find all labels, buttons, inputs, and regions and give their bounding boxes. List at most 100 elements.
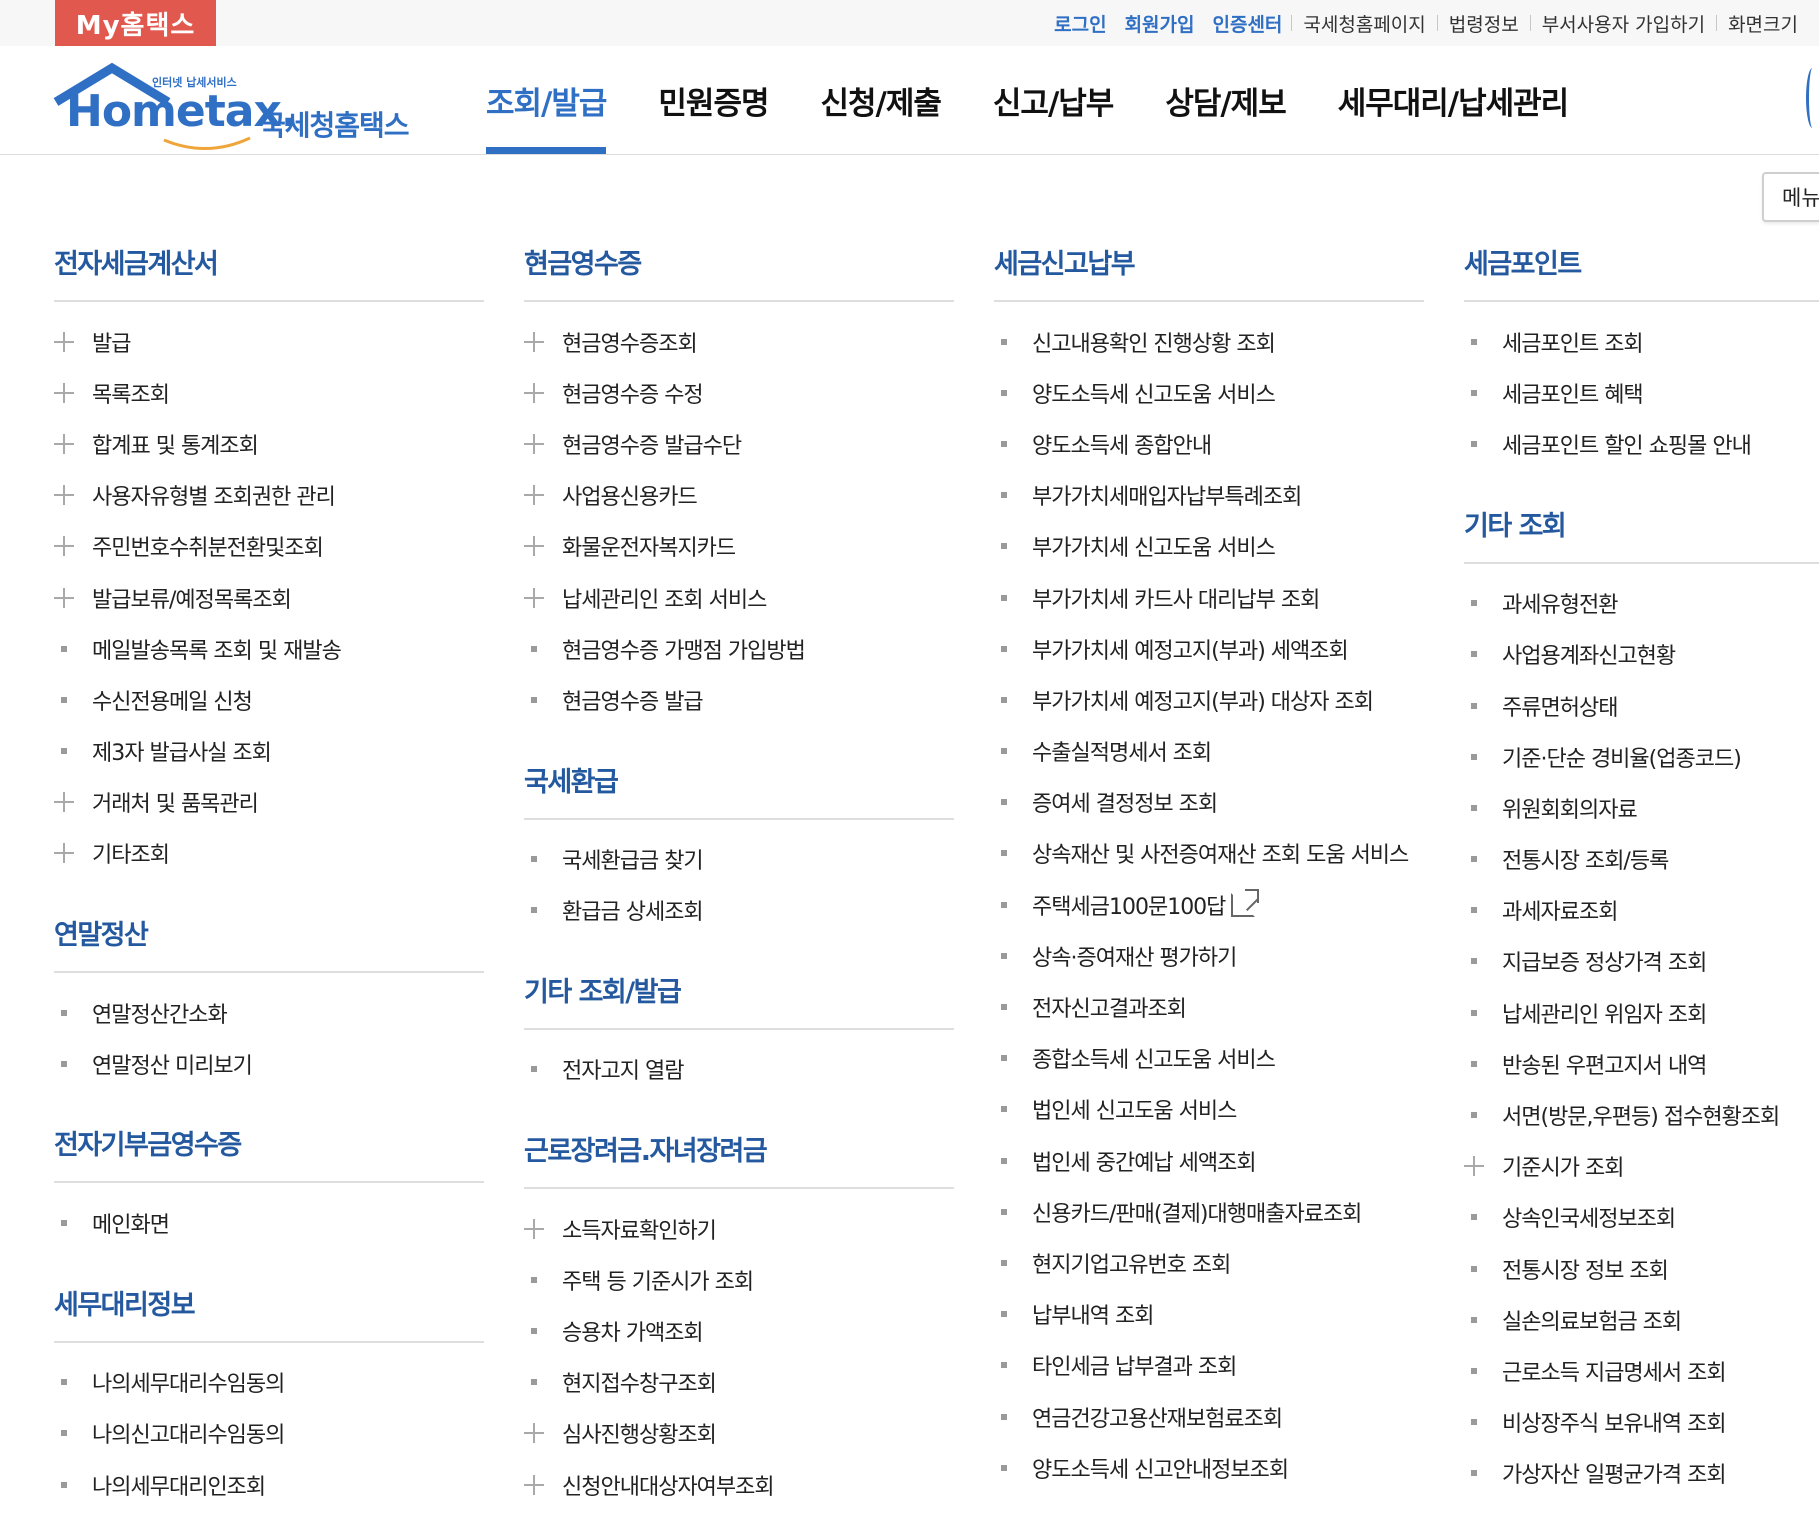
menu-item[interactable]: 거래처 및 품목관리 (54, 777, 484, 828)
plus-icon[interactable] (54, 331, 92, 352)
menu-item[interactable]: 사업용계좌신고현황 (1464, 629, 1819, 680)
plus-icon[interactable] (524, 331, 562, 352)
menu-item[interactable]: 발급보류/예정목록조회 (54, 572, 484, 623)
menu-item[interactable]: 상속재산 및 사전증여재산 조회 도움 서비스 (994, 828, 1424, 879)
menu-item[interactable]: 사업용신용카드 (524, 470, 954, 521)
menu-item[interactable]: 소득자료확인하기 (524, 1203, 954, 1254)
menu-item[interactable]: 심사진행상황조회 (524, 1408, 954, 1459)
menu-item[interactable]: 환급금 상세조회 (524, 885, 954, 936)
plus-icon[interactable] (524, 382, 562, 403)
menu-item[interactable]: 전통시장 조회/등록 (1464, 834, 1819, 885)
menu-item[interactable]: 법인세 중간예납 세액조회 (994, 1135, 1424, 1186)
menu-item[interactable]: 주택세금100문100답 (994, 879, 1424, 930)
gnb-tab[interactable]: 신고/납부 (993, 46, 1114, 154)
plus-icon[interactable] (524, 433, 562, 454)
plus-icon[interactable] (54, 843, 92, 864)
menu-item[interactable]: 비상장주식 보유내역 조회 (1464, 1397, 1819, 1448)
menu-item[interactable]: 부가가치세 신고도움 서비스 (994, 521, 1424, 572)
section-title[interactable]: 현금영수증 (524, 230, 954, 302)
menu-item[interactable]: 기준시가 조회 (1464, 1141, 1819, 1192)
menu-item[interactable]: 합계표 및 통계조회 (54, 418, 484, 469)
menu-item[interactable]: 부가가치세 카드사 대리납부 조회 (994, 572, 1424, 623)
menu-item[interactable]: 현금영수증 발급수단 (524, 418, 954, 469)
menu-item[interactable]: 나의신고대리수임동의 (54, 1408, 484, 1459)
menu-item[interactable]: 과세유형전환 (1464, 578, 1819, 629)
menu-item[interactable]: 승용차 가액조회 (524, 1305, 954, 1356)
plus-icon[interactable] (54, 792, 92, 813)
hometax-logo[interactable]: 인터넷 납세서비스 Hometax. 국세청홈택스 (52, 58, 422, 150)
menu-item[interactable]: 현금영수증 가맹점 가입방법 (524, 623, 954, 674)
section-title[interactable]: 세금신고납부 (994, 230, 1424, 302)
menu-item[interactable]: 실손의료보험금 조회 (1464, 1294, 1819, 1345)
menu-item[interactable]: 현지기업고유번호 조회 (994, 1237, 1424, 1288)
section-title[interactable]: 국세환급 (524, 748, 954, 820)
section-title[interactable]: 근로장려금.자녀장려금 (524, 1117, 954, 1190)
menu-item[interactable]: 전통시장 정보 조회 (1464, 1243, 1819, 1294)
menu-item[interactable]: 화물운전자복지카드 (524, 521, 954, 572)
utility-link[interactable]: 화면크기 (1717, 10, 1809, 37)
menu-item[interactable]: 기타조회 (54, 828, 484, 879)
menu-item[interactable]: 상속인국세정보조회 (1464, 1192, 1819, 1243)
plus-icon[interactable] (524, 1423, 562, 1444)
menu-item[interactable]: 부가가치세 예정고지(부과) 대상자 조회 (994, 674, 1424, 725)
menu-item[interactable]: 목록조회 (54, 367, 484, 418)
menu-item[interactable]: 메인화면 (54, 1197, 484, 1248)
menu-item[interactable]: 지급보증 정상가격 조회 (1464, 936, 1819, 987)
menu-item[interactable]: 납세관리인 위임자 조회 (1464, 987, 1819, 1038)
menu-item[interactable]: 전자고지 열람 (524, 1044, 954, 1095)
menu-item[interactable]: 신청안내대상자여부조회 (524, 1459, 954, 1510)
utility-link[interactable]: 법령정보 (1438, 10, 1530, 37)
menu-button[interactable]: 메뉴 (1762, 172, 1819, 222)
section-title[interactable]: 세금포인트 (1464, 230, 1819, 302)
menu-item[interactable]: 제3자 발급사실 조회 (54, 726, 484, 777)
section-title[interactable]: 기타 조회 (1464, 492, 1819, 564)
menu-item[interactable]: 세금포인트 혜택 (1464, 367, 1819, 418)
utility-link[interactable]: 회원가입 (1116, 10, 1204, 37)
menu-item[interactable]: 부가가치세매입자납부특례조회 (994, 470, 1424, 521)
menu-item[interactable]: 상속·증여재산 평가하기 (994, 930, 1424, 981)
menu-item[interactable]: 기준·단순 경비율(업종코드) (1464, 731, 1819, 782)
my-hometax-button[interactable]: My홈택스 (55, 0, 216, 46)
menu-item[interactable]: 수신전용메일 신청 (54, 674, 484, 725)
plus-icon[interactable] (1464, 1156, 1502, 1177)
plus-icon[interactable] (54, 485, 92, 506)
menu-item[interactable]: 주류면허상태 (1464, 680, 1819, 731)
menu-item[interactable]: 세금포인트 조회 (1464, 316, 1819, 367)
section-title[interactable]: 전자기부금영수증 (54, 1111, 484, 1184)
menu-item[interactable]: 과세자료조회 (1464, 885, 1819, 936)
utility-link[interactable]: 부서사용자 가입하기 (1531, 10, 1716, 37)
menu-item[interactable]: 신고내용확인 진행상황 조회 (994, 316, 1424, 367)
menu-item[interactable]: 나의세무대리인조회 (54, 1459, 484, 1510)
section-title[interactable]: 연말정산 (54, 901, 484, 974)
plus-icon[interactable] (54, 433, 92, 454)
gnb-tab[interactable]: 민원증명 (658, 46, 769, 154)
menu-item[interactable]: 증여세 결정정보 조회 (994, 777, 1424, 828)
menu-item[interactable]: 납부내역 조회 (994, 1289, 1424, 1340)
menu-item[interactable]: 연금건강고용산재보험료조회 (994, 1391, 1424, 1442)
menu-item[interactable]: 발급 (54, 316, 484, 367)
plus-icon[interactable] (54, 382, 92, 403)
menu-item[interactable]: 연말정산 미리보기 (54, 1038, 484, 1089)
search-icon[interactable] (1806, 68, 1819, 128)
menu-item[interactable]: 현금영수증 수정 (524, 367, 954, 418)
menu-item[interactable]: 사용자유형별 조회권한 관리 (54, 470, 484, 521)
section-title[interactable]: 세무대리정보 (54, 1271, 484, 1343)
menu-item[interactable]: 현금영수증조회 (524, 316, 954, 367)
section-title[interactable]: 기타 조회/발급 (524, 958, 954, 1030)
plus-icon[interactable] (524, 1218, 562, 1239)
menu-item[interactable]: 전자신고결과조회 (994, 981, 1424, 1032)
plus-icon[interactable] (54, 536, 92, 557)
gnb-tab[interactable]: 신청/제출 (821, 46, 942, 154)
menu-item[interactable]: 양도소득세 종합안내 (994, 418, 1424, 469)
menu-item[interactable]: 납세관리인 조회 서비스 (524, 572, 954, 623)
menu-item[interactable]: 신용카드/판매(결제)대행매출자료조회 (994, 1186, 1424, 1237)
menu-item[interactable]: 서면(방문,우편등) 접수현황조회 (1464, 1089, 1819, 1140)
plus-icon[interactable] (524, 587, 562, 608)
menu-item[interactable]: 수출실적명세서 조회 (994, 726, 1424, 777)
menu-item[interactable]: 주택 등 기준시가 조회 (524, 1254, 954, 1305)
menu-item[interactable]: 국세환급금 찾기 (524, 834, 954, 885)
plus-icon[interactable] (54, 587, 92, 608)
utility-link[interactable]: 국세청홈페이지 (1292, 10, 1436, 37)
menu-item[interactable]: 타인세금 납부결과 조회 (994, 1340, 1424, 1391)
menu-item[interactable]: 법인세 신고도움 서비스 (994, 1084, 1424, 1135)
